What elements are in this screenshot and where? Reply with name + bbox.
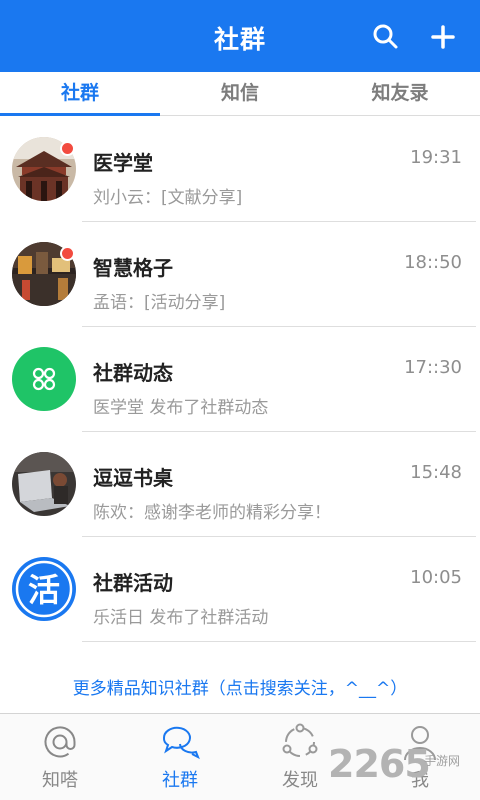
conversation-time: 15:48: [410, 462, 462, 483]
unread-badge: [60, 141, 75, 156]
nav-label: 社群: [162, 770, 198, 791]
page-title: 社群: [213, 25, 266, 54]
search-button[interactable]: [371, 22, 401, 52]
nav-label: 知嗒: [42, 770, 78, 791]
conversation-list: 医学堂 刘小云：[文献分享] 19:31 智慧格子 孟语：[活动分享] 18::…: [0, 117, 480, 642]
more-communities-link[interactable]: 更多精品知识社群（点击搜索关注，^__^）: [0, 674, 480, 699]
clover-icon: [32, 367, 56, 391]
tab-bar: 社群 知信 知友录: [0, 72, 480, 116]
discover-icon: [282, 723, 318, 757]
divider: [82, 641, 476, 642]
conversation-preview: 刘小云：[文献分享]: [93, 188, 243, 208]
list-item[interactable]: 活 社群活动 乐活日 发布了社群活动 10:05: [0, 537, 480, 642]
tab-zhiyoulu[interactable]: 知友录: [320, 72, 480, 116]
conversation-time: 19:31: [410, 147, 462, 168]
watermark-number: 2265: [328, 742, 431, 786]
list-item[interactable]: 社群动态 医学堂 发布了社群动态 17::30: [0, 327, 480, 432]
laptop-desk-photo-avatar: [12, 452, 76, 516]
unread-badge: [60, 246, 75, 261]
conversation-time: 17::30: [404, 357, 462, 378]
conversation-name: 社群动态: [93, 361, 173, 385]
search-icon: [373, 24, 398, 49]
app-header: 社群: [0, 0, 480, 72]
tab-zhixin[interactable]: 知信: [160, 72, 320, 116]
conversation-name: 社群活动: [93, 571, 173, 595]
list-item[interactable]: 逗逗书桌 陈欢：感谢李老师的精彩分享！ 15:48: [0, 432, 480, 537]
list-item[interactable]: 医学堂 刘小云：[文献分享] 19:31: [0, 117, 480, 222]
add-button[interactable]: [428, 22, 458, 52]
conversation-time: 10:05: [410, 567, 462, 588]
at-icon: [44, 726, 76, 758]
huo-icon: 活: [15, 560, 73, 618]
list-item[interactable]: 智慧格子 孟语：[活动分享] 18::50: [0, 222, 480, 327]
huo-glyph: 活: [28, 571, 60, 609]
chat-bubbles-icon: [162, 726, 200, 760]
conversation-preview: 孟语：[活动分享]: [93, 293, 226, 313]
conversation-name: 智慧格子: [93, 256, 173, 280]
conversation-time: 18::50: [404, 252, 462, 273]
watermark: 2265 手游网: [328, 742, 478, 792]
conversation-preview: 医学堂 发布了社群动态: [93, 398, 269, 418]
nav-shequn[interactable]: 社群: [120, 714, 240, 800]
huo-icon-avatar: 活: [12, 557, 76, 621]
conversation-name: 逗逗书桌: [93, 466, 173, 490]
conversation-preview: 陈欢：感谢李老师的精彩分享！: [93, 503, 331, 523]
clover-icon-avatar: [12, 347, 76, 411]
tab-shequn[interactable]: 社群: [0, 72, 160, 116]
watermark-text: 手游网: [424, 754, 461, 768]
nav-zhida[interactable]: 知嗒: [0, 714, 120, 800]
conversation-preview: 乐活日 发布了社群活动: [93, 608, 269, 628]
conversation-name: 医学堂: [93, 151, 153, 175]
plus-icon: [431, 25, 455, 49]
